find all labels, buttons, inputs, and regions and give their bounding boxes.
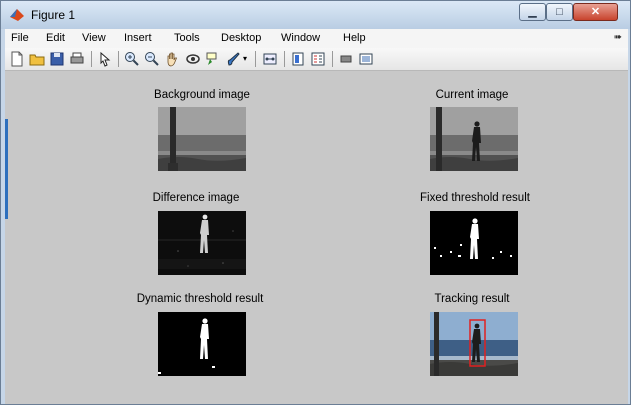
menu-window[interactable]: Window — [281, 32, 320, 44]
hide-plot-tools-icon[interactable] — [338, 51, 354, 67]
select-arrow-icon[interactable] — [97, 51, 113, 67]
zoom-in-icon[interactable] — [124, 51, 140, 67]
maximize-button[interactable]: □ — [546, 3, 573, 21]
pan-hand-icon[interactable] — [164, 51, 180, 67]
save-icon[interactable] — [49, 51, 65, 67]
print-icon[interactable] — [69, 51, 85, 67]
menu-desktop[interactable]: Desktop — [221, 32, 261, 44]
tracking-result-title: Tracking result — [434, 293, 510, 305]
figure-toolbar: ▾ — [5, 48, 628, 71]
matlab-icon — [10, 9, 24, 21]
toolbar-separator — [255, 51, 256, 67]
zoom-out-icon[interactable] — [144, 51, 160, 67]
current-image-title: Current image — [435, 89, 509, 101]
frame-accent — [5, 119, 8, 219]
window-title: Figure 1 — [31, 8, 76, 22]
brush-dropdown-icon[interactable]: ▾ — [243, 51, 251, 67]
current-image[interactable] — [430, 107, 518, 171]
figure-window: Figure 1 ▁ □ ✕ File Edit View Insert Too… — [0, 0, 631, 405]
dynamic-threshold-title: Dynamic threshold result — [136, 293, 264, 305]
legend-icon[interactable] — [310, 51, 326, 67]
menu-help[interactable]: Help — [343, 32, 366, 44]
show-plot-tools-icon[interactable] — [358, 51, 374, 67]
new-figure-icon[interactable] — [9, 51, 25, 67]
maximize-icon: □ — [556, 6, 563, 18]
minimize-button[interactable]: ▁ — [519, 3, 546, 21]
toolbar-separator — [118, 51, 119, 67]
rotate-3d-icon[interactable] — [185, 51, 201, 67]
toolbar-separator — [284, 51, 285, 67]
menu-file[interactable]: File — [11, 32, 29, 44]
menu-bar: File Edit View Insert Tools Desktop Wind… — [5, 29, 628, 48]
data-cursor-icon[interactable] — [205, 51, 221, 67]
open-file-icon[interactable] — [29, 51, 45, 67]
menu-overflow-icon[interactable]: ➠ — [614, 32, 622, 43]
menu-tools[interactable]: Tools — [174, 32, 200, 44]
brush-icon[interactable] — [226, 51, 242, 67]
menu-edit[interactable]: Edit — [46, 32, 65, 44]
difference-image[interactable] — [158, 211, 246, 275]
background-image-title: Background image — [154, 89, 250, 101]
link-plot-icon[interactable] — [262, 51, 278, 67]
figure-canvas[interactable]: Background image Current image Differenc… — [10, 71, 628, 404]
menu-view[interactable]: View — [82, 32, 106, 44]
toolbar-separator — [91, 51, 92, 67]
tracking-result-image[interactable] — [430, 312, 518, 376]
title-bar[interactable]: Figure 1 ▁ □ ✕ — [1, 1, 630, 29]
close-icon: ✕ — [590, 6, 601, 18]
minimize-icon: ▁ — [528, 6, 537, 18]
background-image[interactable] — [158, 107, 246, 171]
difference-image-title: Difference image — [152, 192, 240, 204]
fixed-threshold-title: Fixed threshold result — [420, 192, 530, 204]
fixed-threshold-image[interactable] — [430, 211, 518, 275]
colorbar-icon[interactable] — [290, 51, 306, 67]
menu-insert[interactable]: Insert — [124, 32, 152, 44]
toolbar-separator — [332, 51, 333, 67]
dynamic-threshold-image[interactable] — [158, 312, 246, 376]
close-button[interactable]: ✕ — [573, 3, 618, 21]
